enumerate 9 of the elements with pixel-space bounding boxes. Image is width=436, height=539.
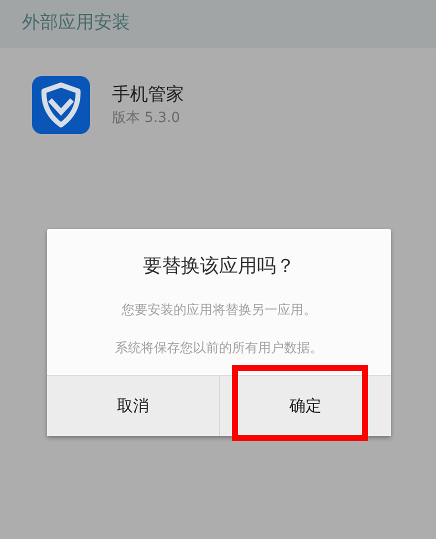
dialog-message: 系统将保存您以前的所有用户数据。 — [114, 340, 324, 357]
app-version: 版本 5.3.0 — [112, 109, 182, 127]
app-name: 手机管家 — [112, 83, 184, 106]
dialog-message: 您要安装的应用将替换另一应用。 — [120, 302, 318, 319]
cancel-button[interactable]: 取消 — [47, 376, 218, 436]
dialog-title: 要替换该应用吗？ — [142, 254, 296, 279]
confirm-button[interactable]: 确定 — [218, 376, 391, 436]
shield-app-icon — [32, 76, 90, 134]
screen-title: 外部应用安装 — [22, 12, 130, 33]
